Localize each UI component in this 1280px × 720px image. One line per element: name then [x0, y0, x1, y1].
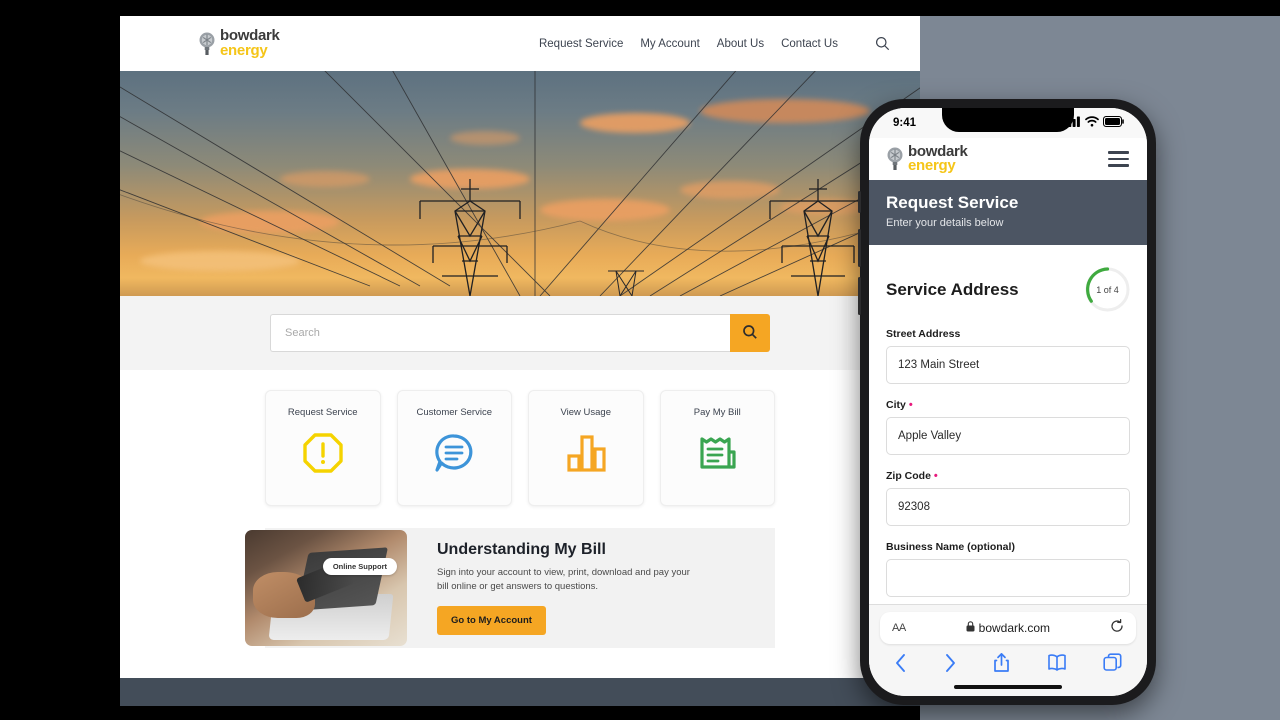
field-label: Business Name (optional)	[886, 541, 1015, 553]
text-size-button[interactable]: AA	[892, 622, 906, 634]
city-input[interactable]	[886, 417, 1130, 455]
wifi-icon	[1085, 114, 1099, 132]
bar-chart-icon	[563, 430, 609, 476]
field-street-address: Street Address	[886, 328, 1130, 384]
nav-item-my-account[interactable]: My Account	[640, 38, 699, 50]
business-name-input[interactable]	[886, 559, 1130, 597]
battery-icon	[1103, 114, 1125, 132]
required-marker: •	[908, 398, 913, 411]
promo-body: Sign into your account to view, print, d…	[437, 567, 690, 592]
desktop-site-header: bowdark energy Request Service My Accoun…	[120, 16, 920, 71]
banner-title: Request Service	[886, 193, 1019, 212]
field-city: City •	[886, 399, 1130, 455]
search-submit-button[interactable]	[730, 314, 770, 352]
mobile-page-banner: Request Service Enter your details below	[869, 180, 1147, 245]
site-logo[interactable]: bowdark energy	[198, 28, 280, 59]
field-label: City •	[886, 398, 913, 411]
field-business-name: Business Name (optional)	[886, 541, 1130, 597]
lightbulb-icon	[886, 146, 904, 172]
nav-item-request-service[interactable]: Request Service	[539, 38, 623, 50]
phone-volume-up-button[interactable]	[858, 229, 861, 267]
url-text: bowdark.com	[978, 621, 1051, 635]
share-icon[interactable]	[993, 652, 1010, 678]
zip-code-input[interactable]	[886, 488, 1130, 526]
chat-bubble-icon	[431, 430, 477, 476]
home-indicator	[954, 685, 1062, 689]
card-label: Request Service	[287, 407, 358, 418]
phone-notch	[942, 108, 1074, 132]
hamburger-menu-icon[interactable]	[1108, 151, 1129, 167]
phone-screen: 9:41 bowdark energy Request Service Ente…	[869, 108, 1147, 696]
phone-volume-down-button[interactable]	[858, 277, 861, 315]
card-pay-my-bill[interactable]: Pay My Bill	[659, 390, 775, 506]
desktop-footer-bar	[120, 678, 920, 706]
phone-mute-switch[interactable]	[858, 191, 861, 213]
card-label: View Usage	[560, 407, 612, 418]
section-title: Service Address	[886, 279, 1019, 299]
promo-title: Understanding My Bill	[437, 541, 606, 559]
mobile-form-body: Service Address 1 of 4 Street Address 12…	[869, 245, 1147, 597]
card-label: Pay My Bill	[693, 407, 741, 418]
street-address-input[interactable]	[886, 346, 1130, 384]
go-to-my-account-button[interactable]: Go to My Account	[437, 605, 546, 635]
tabs-icon[interactable]	[1103, 653, 1122, 677]
search-band	[120, 296, 920, 370]
search-icon	[742, 324, 758, 343]
status-time: 9:41	[893, 117, 917, 129]
card-customer-service[interactable]: Customer Service	[396, 390, 512, 506]
step-progress-label: 1 of 4	[1096, 284, 1119, 295]
bill-receipt-icon	[694, 430, 740, 476]
power-lines-and-towers	[120, 71, 920, 296]
quick-link-cards: Request Service Customer Service View Us…	[120, 370, 920, 506]
online-support-badge: Online Support	[322, 558, 397, 575]
banner-subtitle: Enter your details below	[886, 217, 1004, 229]
lock-icon	[966, 621, 975, 635]
promo-image: Online Support	[245, 530, 407, 646]
nav-item-about-us[interactable]: About Us	[717, 38, 764, 50]
desktop-browser-page: bowdark energy Request Service My Accoun…	[120, 16, 920, 706]
forward-chevron-icon[interactable]	[944, 653, 957, 678]
header-search-icon[interactable]	[875, 36, 890, 51]
reload-icon[interactable]	[1110, 618, 1124, 638]
field-zip-code: Zip Code •	[886, 470, 1130, 526]
mobile-phone-mockup: 9:41 bowdark energy Request Service Ente…	[858, 99, 1156, 705]
mobile-site-logo[interactable]: bowdark energy	[886, 144, 968, 174]
desktop-nav: Request Service My Account About Us Cont…	[539, 36, 890, 51]
logo-text-bottom: energy	[908, 157, 956, 174]
lightbulb-icon	[198, 31, 216, 57]
back-chevron-icon[interactable]	[894, 653, 907, 678]
required-marker: •	[933, 469, 938, 482]
search-input[interactable]	[270, 314, 730, 352]
safari-toolbar	[880, 644, 1136, 682]
safari-bottom-bar: AA bowdark.com	[869, 604, 1147, 696]
promo-card: Online Support Understanding My Bill Sig…	[245, 528, 775, 648]
field-label: Street Address	[886, 328, 961, 340]
card-request-service[interactable]: Request Service	[265, 390, 381, 506]
step-progress-ring: 1 of 4	[1085, 267, 1130, 312]
safari-url-bar[interactable]: AA bowdark.com	[880, 612, 1136, 644]
screenshot-stage: bowdark energy Request Service My Accoun…	[0, 0, 1280, 720]
mobile-site-header: bowdark energy	[869, 138, 1147, 180]
logo-text-bottom: energy	[220, 41, 268, 59]
bookmarks-icon[interactable]	[1047, 653, 1067, 677]
octagon-alert-icon	[300, 430, 346, 476]
card-label: Customer Service	[416, 407, 493, 418]
field-label: Zip Code •	[886, 469, 938, 482]
hero-image	[120, 71, 920, 296]
card-view-usage[interactable]: View Usage	[528, 390, 644, 506]
nav-item-contact-us[interactable]: Contact Us	[781, 38, 838, 50]
promo-section: Online Support Understanding My Bill Sig…	[120, 506, 920, 648]
search-bar	[270, 314, 770, 352]
form-section-header: Service Address 1 of 4	[886, 245, 1130, 328]
